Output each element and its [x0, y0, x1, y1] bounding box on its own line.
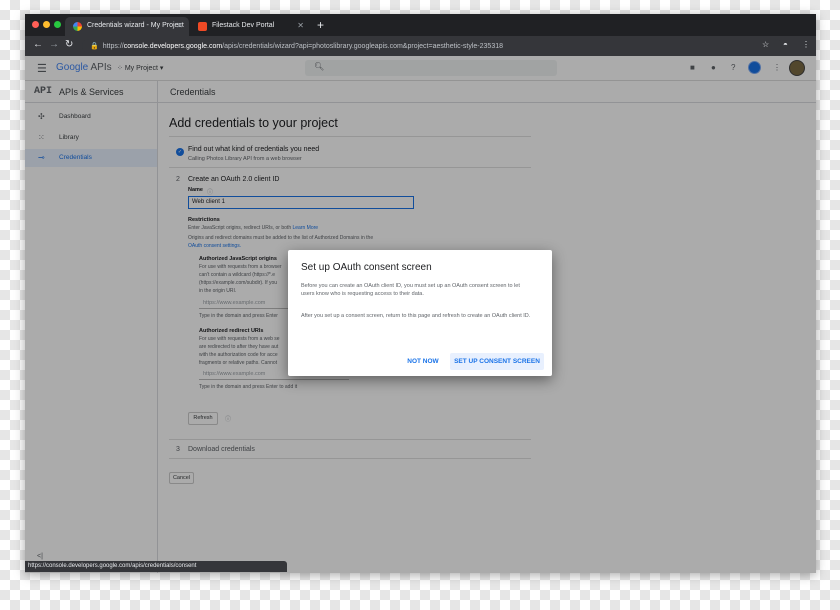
minimize-window-button[interactable] [43, 21, 50, 28]
status-bar-url: https://console.developers.google.com/ap… [25, 561, 287, 572]
bookmark-star-icon[interactable]: ☆ [762, 40, 769, 49]
url-field[interactable]: 🔒 https://console.developers.google.com/a… [82, 39, 782, 53]
google-favicon-icon [73, 22, 82, 31]
lock-icon: 🔒 [90, 43, 99, 50]
dialog-paragraph-2: After you set up a consent screen, retur… [301, 313, 531, 319]
tab-title: Filestack Dev Portal [212, 22, 275, 29]
tab-bar: Credentials wizard - My Project ✕ Filest… [25, 14, 816, 36]
not-now-button[interactable]: NOT NOW [401, 353, 445, 370]
close-window-button[interactable] [32, 21, 39, 28]
consent-screen-dialog: Set up OAuth consent screen Before you c… [288, 250, 552, 376]
incognito-icon[interactable]: ◓ [783, 40, 788, 49]
reload-icon[interactable]: ↻ [65, 39, 73, 50]
set-up-consent-screen-button[interactable]: SET UP CONSENT SCREEN [450, 353, 544, 370]
url-host: console.developers.google.com [123, 43, 223, 50]
back-arrow-icon[interactable]: ← [33, 39, 43, 50]
tab-filestack[interactable]: Filestack Dev Portal ✕ [190, 17, 310, 36]
forward-arrow-icon[interactable]: → [49, 39, 59, 50]
maximize-window-button[interactable] [54, 21, 61, 28]
browser-menu-icon[interactable]: ⋮ [802, 40, 810, 49]
address-bar: ← → ↻ 🔒 https://console.developers.google… [25, 36, 816, 56]
tab-credentials-wizard[interactable]: Credentials wizard - My Project ✕ [65, 17, 189, 36]
url-scheme: https:// [102, 43, 124, 50]
url-path: /apis/credentials/wizard?api=photoslibra… [222, 43, 503, 50]
tab-close-icon[interactable]: ✕ [297, 21, 304, 30]
filestack-favicon-icon [198, 22, 207, 31]
tab-title: Credentials wizard - My Project [87, 22, 184, 29]
dialog-paragraph-1: Before you can create an OAuth client ID… [301, 283, 520, 297]
tab-close-icon[interactable]: ✕ [176, 21, 183, 30]
new-tab-button[interactable]: + [317, 18, 324, 32]
dialog-title: Set up OAuth consent screen [301, 262, 432, 273]
